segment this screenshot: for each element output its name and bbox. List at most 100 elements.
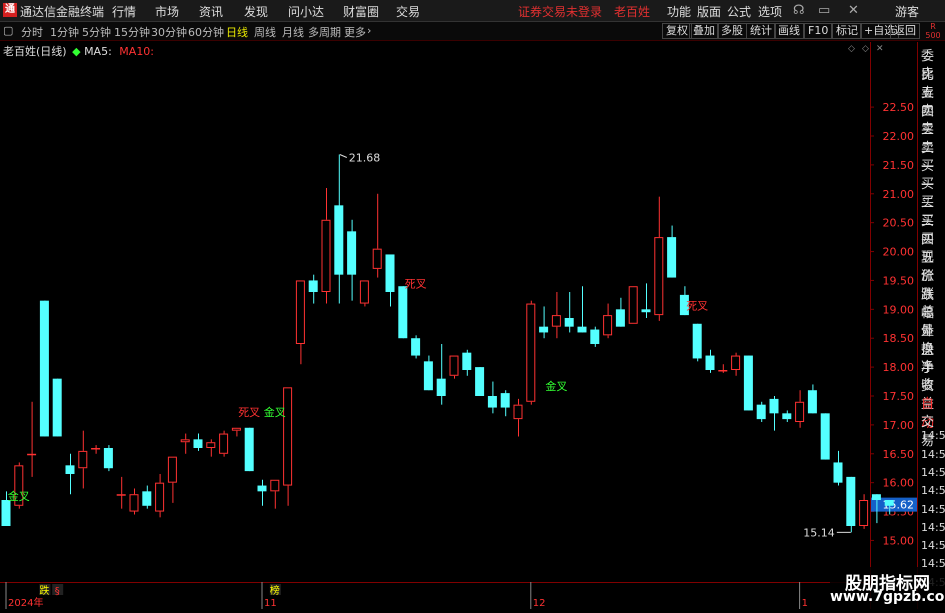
user-label[interactable]: 游客	[895, 3, 919, 20]
candle-down	[577, 326, 587, 333]
menu-formula[interactable]: 公式	[727, 3, 751, 20]
candle-down	[782, 413, 792, 420]
menu-layout[interactable]: 版面	[697, 3, 721, 20]
candle-up	[167, 456, 177, 483]
candle-down	[769, 398, 779, 414]
candle-up	[206, 442, 216, 449]
sidebar-header: R 500	[925, 22, 941, 40]
candle-down	[564, 318, 574, 327]
kline-chart[interactable]: 15.00 15.50 16.00 16.50 17.00 17.50 18.00 18.50…	[0, 42, 917, 609]
candle-down	[308, 280, 318, 292]
minimize-icon[interactable]: ▭	[818, 3, 830, 18]
period-toolbar: ▢ 分时 1分钟 5分钟 15分钟 30分钟 60分钟 日线 周线 月线 多周期…	[0, 22, 945, 41]
date-label: 12	[533, 598, 546, 609]
sidebar-item[interactable]: 14:56	[921, 539, 945, 552]
y-tick-label: 19.50	[883, 274, 915, 287]
sidebar-item[interactable]: 14:56	[921, 521, 945, 534]
bottom-mark: 榜	[270, 584, 280, 597]
y-tick-label: 21.50	[883, 159, 915, 172]
cross-annotation: 金叉	[545, 379, 567, 393]
restore-rights-button[interactable]: 复权	[662, 23, 692, 39]
candle-up	[219, 433, 229, 454]
back-button[interactable]: 返回	[890, 23, 920, 39]
candle-up	[91, 448, 101, 450]
candle-down	[615, 309, 625, 327]
period-tab[interactable]: 60分钟	[188, 24, 224, 40]
candle-down	[743, 355, 753, 411]
candle-down	[244, 427, 254, 472]
candle-up	[231, 427, 241, 431]
sidebar-item[interactable]: 14:56	[921, 466, 945, 479]
period-tab[interactable]: 周线	[254, 24, 276, 40]
menu-news[interactable]: 资讯	[199, 3, 223, 20]
candle-down	[1, 500, 11, 526]
candle-up	[270, 479, 280, 492]
high-label: 21.68	[349, 151, 381, 164]
login-warning[interactable]: 证券交易未登录 老百姓	[518, 3, 650, 20]
app-title: 通达信金融终端	[20, 5, 105, 19]
sidebar-item[interactable]: 14:56	[921, 484, 945, 497]
period-tab[interactable]: 15分钟	[114, 24, 150, 40]
candle-up	[718, 370, 728, 372]
draw-button[interactable]: 画线	[774, 23, 804, 39]
sidebar-item[interactable]: 14:56	[921, 503, 945, 516]
sidebar-toggle-icon[interactable]: ▢	[3, 24, 13, 37]
y-tick-label: 16.50	[883, 448, 915, 461]
candle-down	[385, 254, 395, 292]
candle-down	[347, 231, 357, 275]
multi-stock-button[interactable]: 多股	[717, 23, 747, 39]
candle-down	[436, 378, 446, 396]
candle-up	[155, 482, 165, 512]
candle-up	[295, 280, 305, 344]
y-tick-label: 16.00	[883, 477, 915, 490]
menu-market[interactable]: 市场	[155, 3, 179, 20]
y-tick-label: 18.50	[883, 332, 915, 345]
candle-down	[667, 237, 677, 278]
period-tab-more[interactable]: 更多	[344, 24, 366, 40]
candle-up	[27, 453, 37, 456]
candle-up	[603, 315, 613, 336]
f10-button[interactable]: F10	[804, 23, 833, 39]
candle-down	[65, 465, 75, 474]
menu-discover[interactable]: 发现	[244, 3, 268, 20]
cross-annotation: 金叉	[8, 489, 30, 503]
overlay-button[interactable]: 叠加	[689, 23, 719, 39]
close-icon[interactable]: ✕	[848, 3, 859, 18]
date-label: 1	[802, 598, 808, 609]
candle-down	[833, 462, 843, 483]
y-tick-label: 17.50	[883, 390, 915, 403]
bottom-mark: §	[55, 586, 60, 597]
candle-up	[116, 494, 126, 496]
period-tab[interactable]: 30分钟	[151, 24, 187, 40]
period-tab[interactable]: 1分钟	[50, 24, 79, 40]
menu-options[interactable]: 选项	[758, 3, 782, 20]
candle-up	[526, 303, 536, 402]
sidebar-item[interactable]: 14:56	[921, 448, 945, 461]
menu-function[interactable]: 功能	[667, 3, 691, 20]
statistics-button[interactable]: 统计	[746, 23, 776, 39]
period-tab-active[interactable]: 日线	[226, 24, 248, 40]
menu-wealth[interactable]: 财富圈	[343, 3, 379, 20]
headset-icon[interactable]: ☊	[793, 3, 805, 18]
candle-down	[705, 355, 715, 370]
watermark: 股朋指标网 www.7gpzb.com	[830, 567, 945, 609]
candle-up	[513, 404, 523, 420]
chevron-right-icon[interactable]: ›	[367, 24, 371, 37]
y-tick-label: 20.00	[883, 246, 915, 259]
candle-down	[411, 338, 421, 356]
date-label: 11	[264, 598, 277, 609]
menu-trade[interactable]: 交易	[396, 3, 420, 20]
candle-up	[654, 237, 664, 316]
candle-up	[283, 387, 293, 486]
y-tick-label: 21.00	[883, 188, 915, 201]
period-tab[interactable]: 多周期	[308, 24, 341, 40]
menu-assistant[interactable]: 问小达	[288, 3, 324, 20]
candle-down	[39, 300, 49, 437]
sidebar-item[interactable]: 14:56	[921, 429, 945, 442]
candle-up	[359, 280, 369, 304]
period-tab[interactable]: 月线	[282, 24, 304, 40]
period-tab[interactable]: 5分钟	[82, 24, 111, 40]
menu-quotes[interactable]: 行情	[112, 3, 136, 20]
mark-button[interactable]: 标记	[832, 23, 862, 39]
period-tab[interactable]: 分时	[21, 24, 43, 40]
